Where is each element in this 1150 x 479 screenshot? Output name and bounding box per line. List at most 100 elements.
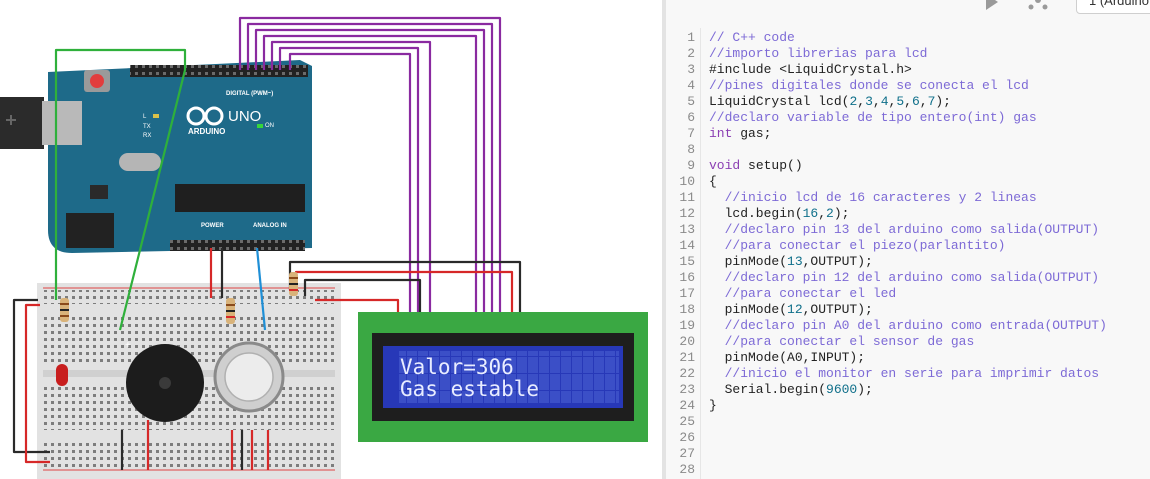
share-icon[interactable] (1026, 0, 1050, 12)
code-line[interactable]: 18 pinMode(12,OUTPUT); (666, 302, 1150, 318)
reset-button-cap (90, 74, 104, 88)
arduino-uno-board[interactable]: ARDUINO UNO DIGITAL (PWM~) ON L TX RX PO… (42, 60, 312, 253)
rx-label: RX (143, 133, 151, 139)
resistor-3[interactable] (289, 272, 298, 296)
code-token: 2 (826, 206, 834, 221)
code-token: 3 (865, 94, 873, 109)
on-led-icon (257, 124, 263, 128)
resistor-2[interactable] (226, 298, 235, 324)
code-line[interactable]: 25 (666, 414, 1150, 430)
code-lines[interactable]: 1 // C++ code 2 //importo librerias para lc… (666, 30, 1150, 478)
code-line[interactable]: 22 //inicio el monitor en serie para imp… (666, 366, 1150, 382)
line-number: 10 (679, 174, 695, 189)
code-line[interactable]: 24} (666, 398, 1150, 414)
code-token: //declaro pin 12 del arduino como salida… (709, 270, 1100, 285)
digital-label: DIGITAL (PWM~) (226, 91, 273, 97)
code-text: //declaro pin 12 del arduino como salida… (709, 270, 1099, 286)
code-line[interactable]: 11 //inicio lcd de 16 caracteres y 2 lin… (666, 190, 1150, 206)
code-line[interactable]: 8 (666, 142, 1150, 158)
code-text: //inicio el monitor en serie para imprim… (709, 366, 1099, 382)
gas-sensor[interactable] (213, 341, 285, 413)
usb-cable[interactable] (0, 97, 44, 149)
red-led[interactable] (56, 364, 68, 386)
code-text: int gas; (709, 126, 771, 142)
line-number: 12 (679, 206, 695, 221)
code-token: int (709, 126, 733, 141)
line-number: 5 (687, 94, 695, 109)
code-token: , (818, 206, 827, 221)
line-number: 15 (679, 254, 695, 269)
code-line[interactable]: 23 Serial.begin(9600); (666, 382, 1150, 398)
code-line[interactable]: 4 //pines digitales donde se conecta el l… (666, 78, 1150, 94)
code-text: #include <LiquidCrystal.h> (709, 62, 912, 78)
line-number: 14 (679, 238, 695, 253)
code-line[interactable]: 16 //declaro pin 12 del arduino como sal… (666, 270, 1150, 286)
code-line[interactable]: 2 //importo librerias para lcd (666, 46, 1150, 62)
board-brand: ARDUINO (188, 127, 225, 136)
code-line[interactable]: 19 //declaro pin A0 del arduino como ent… (666, 318, 1150, 334)
code-token: #include <LiquidCrystal.h> (709, 62, 912, 77)
code-token: ); (935, 94, 951, 109)
board-model: UNO (228, 108, 261, 125)
resistor-1[interactable] (60, 298, 69, 322)
code-token: , (919, 94, 928, 109)
code-line[interactable]: 14 //para conectar el piezo(parlantito) (666, 238, 1150, 254)
code-token: // C++ code (709, 30, 795, 45)
svg-text:+: + (125, 340, 131, 351)
lcd-line-1: Valor=306 (400, 355, 514, 379)
code-line[interactable]: 7 int gas; (666, 126, 1150, 142)
code-token: 4 (880, 94, 889, 109)
code-editor[interactable]: 1 (Arduino 1 // C++ code 2 //importo librer… (666, 0, 1150, 479)
line-number: 20 (679, 334, 695, 349)
code-text: { (709, 174, 717, 190)
code-text: //declaro pin A0 del arduino como entrad… (709, 318, 1107, 334)
play-icon[interactable] (982, 0, 1004, 12)
code-token: setup() (740, 158, 803, 173)
device-select[interactable]: 1 (Arduino (1076, 0, 1150, 14)
code-line[interactable]: 21 pinMode(A0,INPUT); (666, 350, 1150, 366)
code-line[interactable]: 26 (666, 430, 1150, 446)
code-text: //declaro pin 13 del arduino como salida… (709, 222, 1099, 238)
line-number: 13 (679, 222, 695, 237)
line-number: 1 (687, 30, 695, 45)
code-line[interactable]: 6 //declaro variable de tipo entero(int) … (666, 110, 1150, 126)
code-token: //declaro pin A0 del arduino como entrad… (709, 318, 1107, 333)
power-label: POWER (201, 223, 224, 229)
circuit-canvas[interactable]: ARDUINO UNO DIGITAL (PWM~) ON L TX RX PO… (0, 0, 662, 479)
code-text: //inicio lcd de 16 caracteres y 2 lineas (709, 190, 1037, 206)
lcd-16x2[interactable]: Valor=306 Gas estable (358, 312, 648, 442)
code-line[interactable]: 9 void setup() (666, 158, 1150, 174)
code-token: //pines digitales donde se conecta el lc… (709, 78, 1029, 93)
analog-label: ANALOG IN (253, 223, 287, 229)
code-line[interactable]: 20 //para conectar el sensor de gas (666, 334, 1150, 350)
code-line[interactable]: 27 (666, 446, 1150, 462)
power-jack (66, 213, 114, 248)
code-token: ); (833, 206, 850, 221)
code-line[interactable]: 15 pinMode(13,OUTPUT); (666, 254, 1150, 270)
code-text: //pines digitales donde se conecta el lc… (709, 78, 1029, 94)
line-number: 27 (679, 446, 695, 461)
line-number: 3 (687, 62, 695, 77)
code-line[interactable]: 13 //declaro pin 13 del arduino como sal… (666, 222, 1150, 238)
code-line[interactable]: 3 #include <LiquidCrystal.h> (666, 62, 1150, 78)
code-text: //para conectar el sensor de gas (709, 334, 975, 350)
code-text: void setup() (709, 158, 803, 174)
code-text: lcd.begin(16,2); (709, 206, 850, 222)
code-token: } (709, 398, 717, 413)
code-line[interactable]: 17 //para conectar el led (666, 286, 1150, 302)
code-token: 9600 (826, 382, 858, 397)
code-line[interactable]: 28 (666, 462, 1150, 478)
code-text: //para conectar el led (709, 286, 897, 302)
code-token: Serial.begin( (709, 382, 827, 397)
code-line[interactable]: 12 lcd.begin(16,2); (666, 206, 1150, 222)
code-token: ); (857, 382, 873, 397)
code-text: LiquidCrystal lcd(2,3,4,5,6,7); (709, 94, 951, 110)
code-token: 16 (802, 206, 819, 221)
code-line[interactable]: 5 LiquidCrystal lcd(2,3,4,5,6,7); (666, 94, 1150, 110)
code-token: gas; (732, 126, 772, 141)
code-token: ,OUTPUT); (802, 302, 873, 317)
code-line[interactable]: 1 // C++ code (666, 30, 1150, 46)
code-token: lcd.begin( (709, 206, 803, 221)
code-text: //importo librerias para lcd (709, 46, 927, 62)
code-line[interactable]: 10 { (666, 174, 1150, 190)
